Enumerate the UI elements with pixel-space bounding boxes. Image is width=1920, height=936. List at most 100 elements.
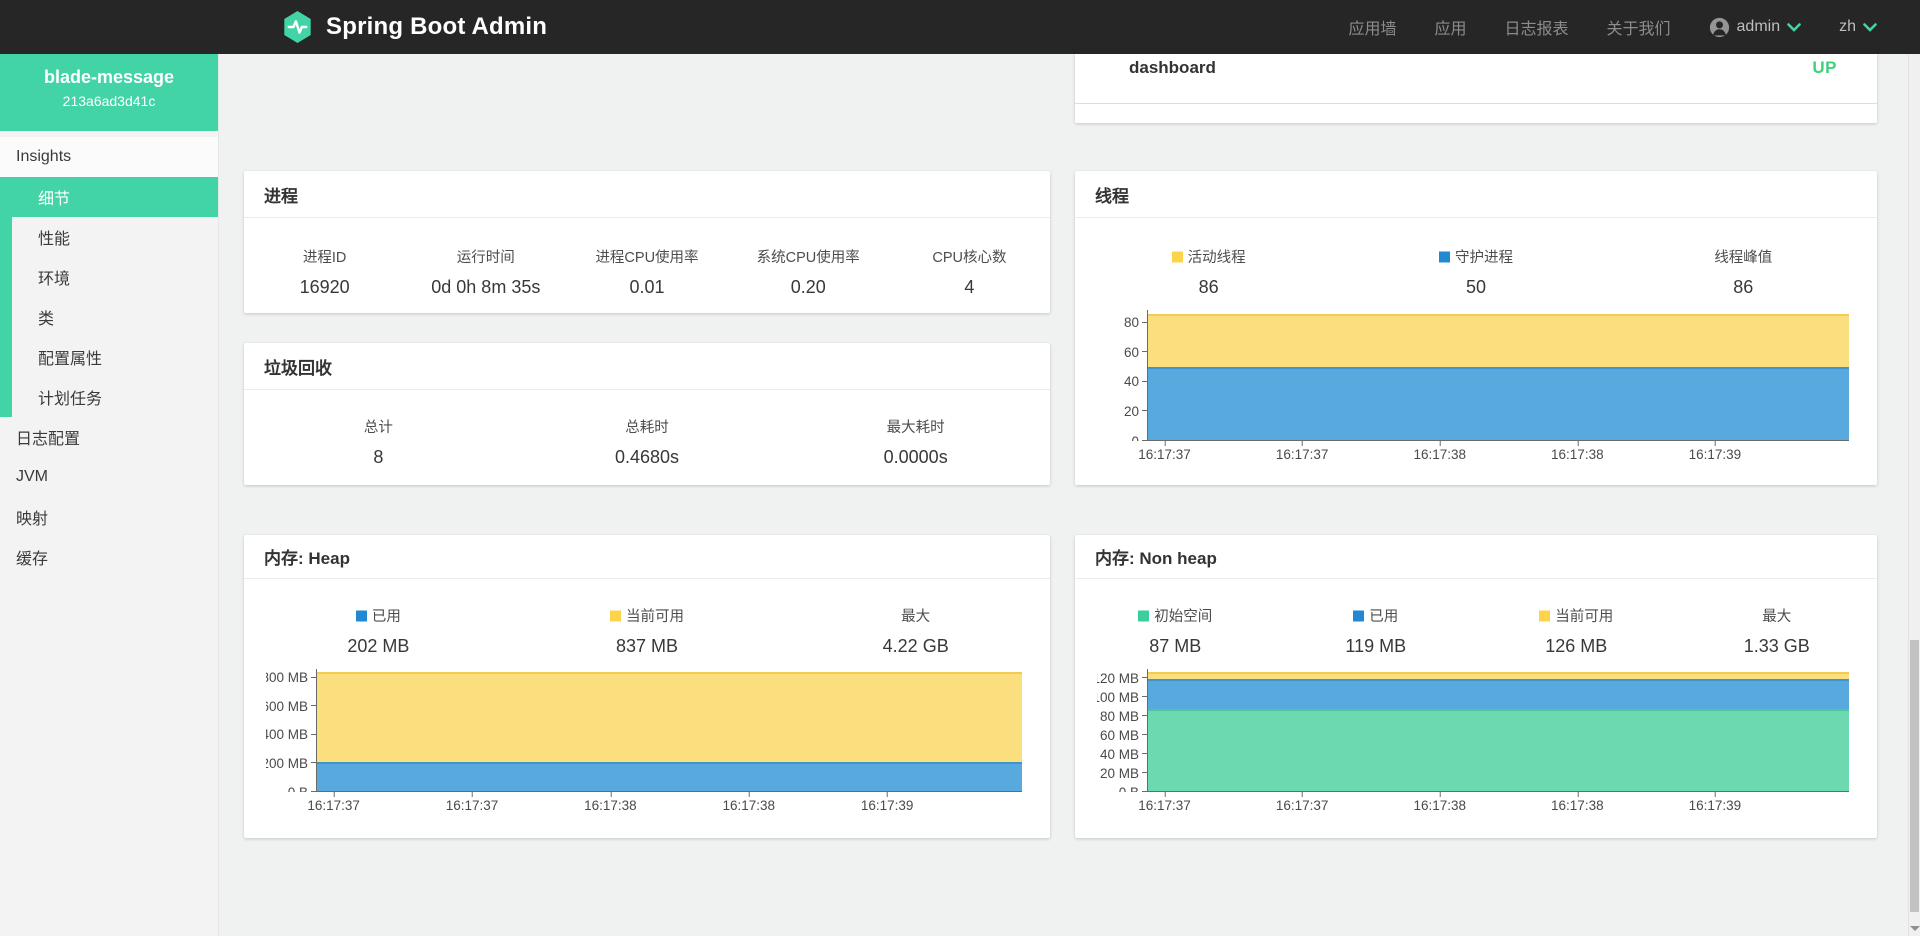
- stat-value: 4: [889, 277, 1050, 298]
- y-axis-tick-label: 400 MB: [266, 728, 308, 742]
- y-axis-tick-label: 200 MB: [266, 757, 308, 771]
- scrollbar-down-button[interactable]: [1910, 926, 1920, 931]
- legend-item: 活动线程 86: [1075, 246, 1342, 298]
- scrollbar-thumb[interactable]: [1910, 640, 1919, 912]
- legend-value: 86: [1610, 277, 1877, 298]
- chart-area-band: [1148, 709, 1849, 791]
- x-axis-tick-label: 16:17:39: [1689, 798, 1742, 813]
- y-axis-tick-label: 800 MB: [266, 671, 308, 685]
- stat: 进程CPU使用率 0.01: [566, 246, 727, 298]
- navbar-link[interactable]: 日志报表: [1504, 15, 1568, 39]
- chevron-down-icon: [1787, 23, 1801, 32]
- heap-chart: 0 B 200 MB 400 MB 600 MB 800 MB 16:17:37 16:17…: [244, 669, 1050, 814]
- y-axis-tick-label: 20 MB: [1100, 766, 1139, 780]
- y-axis-tick-label: 0: [1131, 434, 1139, 441]
- legend-value: 202 MB: [244, 636, 513, 657]
- nonheap-card-title: 内存: Non heap: [1075, 535, 1877, 579]
- sidebar-item[interactable]: 类: [0, 297, 218, 337]
- process-card-title: 进程: [244, 171, 1050, 218]
- stat: 运行时间 0d 0h 8m 35s: [405, 246, 566, 298]
- stat-value: 0.01: [566, 277, 727, 298]
- sidebar-item[interactable]: 日志配置: [0, 417, 218, 457]
- y-axis-tick-label: 0 B: [288, 785, 308, 792]
- sidebar-menu: Insights 细节性能环境类配置属性计划任务 日志配置JVM映射缓存: [0, 137, 218, 577]
- sidebar-item[interactable]: JVM: [0, 457, 218, 497]
- legend-value: 86: [1075, 277, 1342, 298]
- sidebar-item[interactable]: 性能: [0, 217, 218, 257]
- gc-stats: 总计 8 总耗时 0.4680s 最大耗时 0.0000s: [244, 390, 1050, 468]
- stat-value: 0.0000s: [781, 447, 1050, 468]
- process-card: 进程 进程ID 16920 运行时间 0d 0h 8m 35s 进程CPU使用率…: [244, 171, 1050, 313]
- stat-value: 0.20: [728, 277, 889, 298]
- navbar-link[interactable]: 关于我们: [1607, 15, 1671, 39]
- x-axis-tick-label: 16:17:39: [1689, 447, 1742, 462]
- legend-swatch: [1172, 252, 1183, 263]
- legend-item: 当前可用 837 MB: [513, 605, 782, 657]
- process-stats: 进程ID 16920 运行时间 0d 0h 8m 35s 进程CPU使用率 0.…: [244, 218, 1050, 298]
- navbar-link[interactable]: 应用墙: [1348, 15, 1396, 39]
- x-axis-tick-label: 16:17:37: [446, 798, 499, 813]
- x-axis-tick-label: 16:17:38: [1413, 798, 1466, 813]
- y-axis-tick-label: 60: [1124, 345, 1139, 359]
- stat-label: 运行时间: [457, 246, 515, 267]
- stat: 总耗时 0.4680s: [513, 416, 782, 468]
- stat-value: 8: [244, 447, 513, 468]
- sidebar-item[interactable]: 计划任务: [0, 377, 218, 417]
- x-axis-tick-label: 16:17:37: [1138, 447, 1191, 462]
- y-axis-tick-label: 600 MB: [266, 699, 308, 713]
- legend-value: 50: [1342, 277, 1609, 298]
- legend-value: 87 MB: [1075, 636, 1276, 657]
- instance-header[interactable]: blade-message 213a6ad3d41c: [0, 54, 218, 131]
- chart-area-band: [317, 672, 1022, 762]
- instance-sidebar: blade-message 213a6ad3d41c Insights 细节性能…: [0, 54, 219, 936]
- stat-label: 进程CPU使用率: [595, 246, 698, 267]
- navbar-links: 应用墙 应用 日志报表 关于我们: [1348, 15, 1670, 39]
- legend-label: 已用: [372, 605, 401, 626]
- sidebar-item[interactable]: 映射: [0, 497, 218, 537]
- y-axis-tick-label: 100 MB: [1097, 690, 1139, 704]
- x-axis-tick-label: 16:17:38: [584, 798, 637, 813]
- stat-label: 总计: [364, 416, 393, 437]
- language-menu[interactable]: zh: [1839, 18, 1877, 36]
- heap-card-title: 内存: Heap: [244, 535, 1050, 579]
- memory-heap-card: 内存: Heap 已用 202 MB 当前可用 837 MB 最大 4.22 G…: [244, 535, 1050, 838]
- sidebar-item[interactable]: 细节: [0, 177, 218, 217]
- legend-swatch: [1539, 611, 1550, 622]
- scrollbar[interactable]: [1908, 54, 1920, 936]
- x-axis-tick-label: 16:17:37: [1276, 798, 1329, 813]
- legend-item: 最大 1.33 GB: [1677, 605, 1878, 657]
- stat-label: 系统CPU使用率: [757, 246, 860, 267]
- nonheap-chart: 0 B20 MB40 MB60 MB80 MB100 MB120 MB16:17…: [1075, 669, 1877, 814]
- stat-label: 最大耗时: [887, 416, 945, 437]
- legend-item: 已用 119 MB: [1276, 605, 1477, 657]
- application-status-row[interactable]: dashboard UP: [1075, 54, 1877, 104]
- brand[interactable]: Spring Boot Admin: [283, 11, 547, 43]
- legend-value: 126 MB: [1476, 636, 1677, 657]
- navbar-link[interactable]: 应用: [1434, 15, 1466, 39]
- threads-chart: 02040608016:17:3716:17:3716:17:3816:17:3…: [1075, 310, 1877, 463]
- legend-label: 最大: [1762, 605, 1791, 626]
- sidebar-item[interactable]: 缓存: [0, 537, 218, 577]
- sidebar-item[interactable]: 配置属性: [0, 337, 218, 377]
- legend-item: 初始空间 87 MB: [1075, 605, 1276, 657]
- legend-item: 已用 202 MB: [244, 605, 513, 657]
- chart-plot-area: [316, 669, 1022, 792]
- user-name: admin: [1737, 18, 1781, 36]
- stat-value: 0d 0h 8m 35s: [405, 277, 566, 298]
- stat: CPU核心数 4: [889, 246, 1050, 298]
- legend-value: 4.22 GB: [781, 636, 1050, 657]
- user-menu[interactable]: admin: [1709, 17, 1802, 38]
- legend-value: 1.33 GB: [1677, 636, 1878, 657]
- stat: 最大耗时 0.0000s: [781, 416, 1050, 468]
- nonheap-legend: 初始空间 87 MB 已用 119 MB 当前可用 126 MB 最大 1.33…: [1075, 579, 1877, 657]
- sidebar-item[interactable]: 环境: [0, 257, 218, 297]
- legend-label: 当前可用: [626, 605, 684, 626]
- y-axis-tick-label: 40: [1124, 375, 1139, 389]
- x-axis-tick-label: 16:17:38: [1551, 798, 1604, 813]
- y-axis-tick-label: 60 MB: [1100, 728, 1139, 742]
- y-axis-tick-label: 40 MB: [1100, 747, 1139, 761]
- threads-card-title: 线程: [1075, 171, 1877, 218]
- sidebar-item-insights[interactable]: Insights: [0, 137, 218, 177]
- legend-label: 初始空间: [1154, 605, 1212, 626]
- chart-area-band: [317, 762, 1022, 791]
